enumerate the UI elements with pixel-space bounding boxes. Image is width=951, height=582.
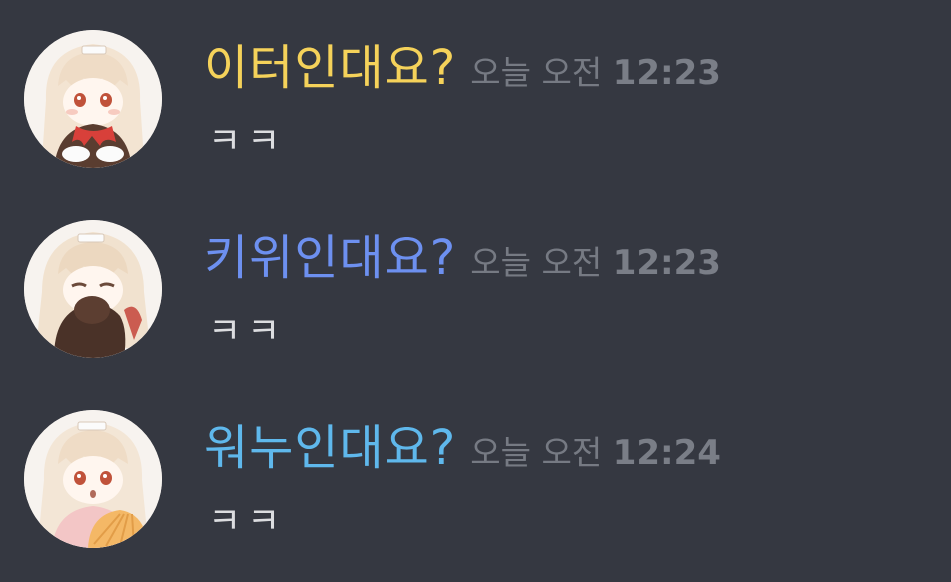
- message-header: 워누인대요? 오늘 오전 12:24: [204, 408, 721, 488]
- username[interactable]: 워누인대요?: [204, 420, 456, 476]
- timestamp-time: 12:23: [612, 243, 721, 283]
- message-content: ㅋㅋ: [208, 311, 287, 352]
- timestamp-date: 오늘 오전: [470, 243, 603, 282]
- timestamp-date: 오늘 오전: [470, 53, 603, 92]
- chat-message: 이터인대요? 오늘 오전 12:23 ㅋㅋ: [0, 22, 951, 202]
- message-header: 키위인대요? 오늘 오전 12:23: [204, 218, 721, 298]
- timestamp: 오늘 오전 12:24: [470, 433, 721, 473]
- timestamp: 오늘 오전 12:23: [470, 243, 721, 283]
- user-avatar[interactable]: [24, 30, 162, 168]
- user-avatar[interactable]: [24, 220, 162, 358]
- timestamp-time: 12:23: [612, 53, 721, 93]
- timestamp: 오늘 오전 12:23: [470, 53, 721, 93]
- message-content: ㅋㅋ: [208, 501, 287, 542]
- username[interactable]: 이터인대요?: [204, 40, 456, 96]
- user-avatar[interactable]: [24, 410, 162, 548]
- anime-girl-avatar-icon: [24, 30, 162, 168]
- message-header: 이터인대요? 오늘 오전 12:23: [204, 28, 721, 108]
- anime-girl-avatar-icon: [24, 410, 162, 548]
- chat-message: 워누인대요? 오늘 오전 12:24 ㅋㅋ: [0, 402, 951, 582]
- anime-girl-avatar-icon: [24, 220, 162, 358]
- username[interactable]: 키위인대요?: [204, 230, 456, 286]
- chat-message: 키위인대요? 오늘 오전 12:23 ㅋㅋ: [0, 212, 951, 392]
- message-content: ㅋㅋ: [208, 121, 287, 162]
- timestamp-date: 오늘 오전: [470, 433, 603, 472]
- timestamp-time: 12:24: [612, 433, 721, 473]
